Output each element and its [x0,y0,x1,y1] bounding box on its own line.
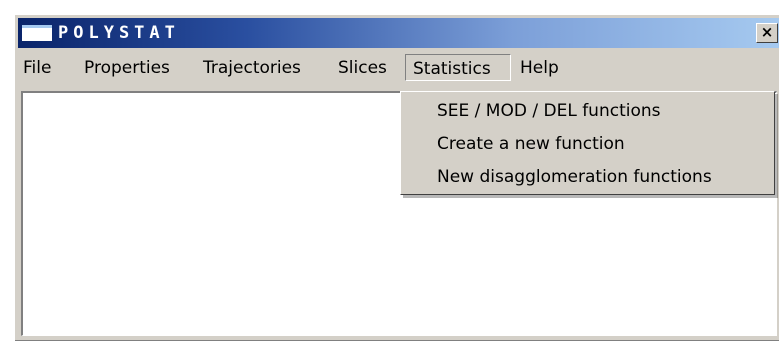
window-title: POLYSTAT [58,23,180,43]
menu-file[interactable]: File [23,57,51,79]
menu-trajectories[interactable]: Trajectories [203,57,301,79]
menu-help[interactable]: Help [520,57,559,79]
close-button[interactable]: × [756,23,778,43]
menu-item-create-new-function[interactable]: Create a new function [437,130,625,158]
menu-slices[interactable]: Slices [338,57,387,79]
menu-statistics[interactable]: Statistics [405,54,511,81]
menu-item-see-mod-del-functions[interactable]: SEE / MOD / DEL functions [437,97,661,125]
menu-properties[interactable]: Properties [84,57,170,79]
title-bar[interactable]: POLYSTAT × [18,18,779,48]
menu-item-new-disagglomeration-functions[interactable]: New disagglomeration functions [437,163,712,191]
statistics-dropdown-menu: SEE / MOD / DEL functions Create a new f… [400,91,775,195]
menu-bar: File Properties Trajectories Slices Stat… [18,51,779,83]
app-icon[interactable] [22,25,52,41]
